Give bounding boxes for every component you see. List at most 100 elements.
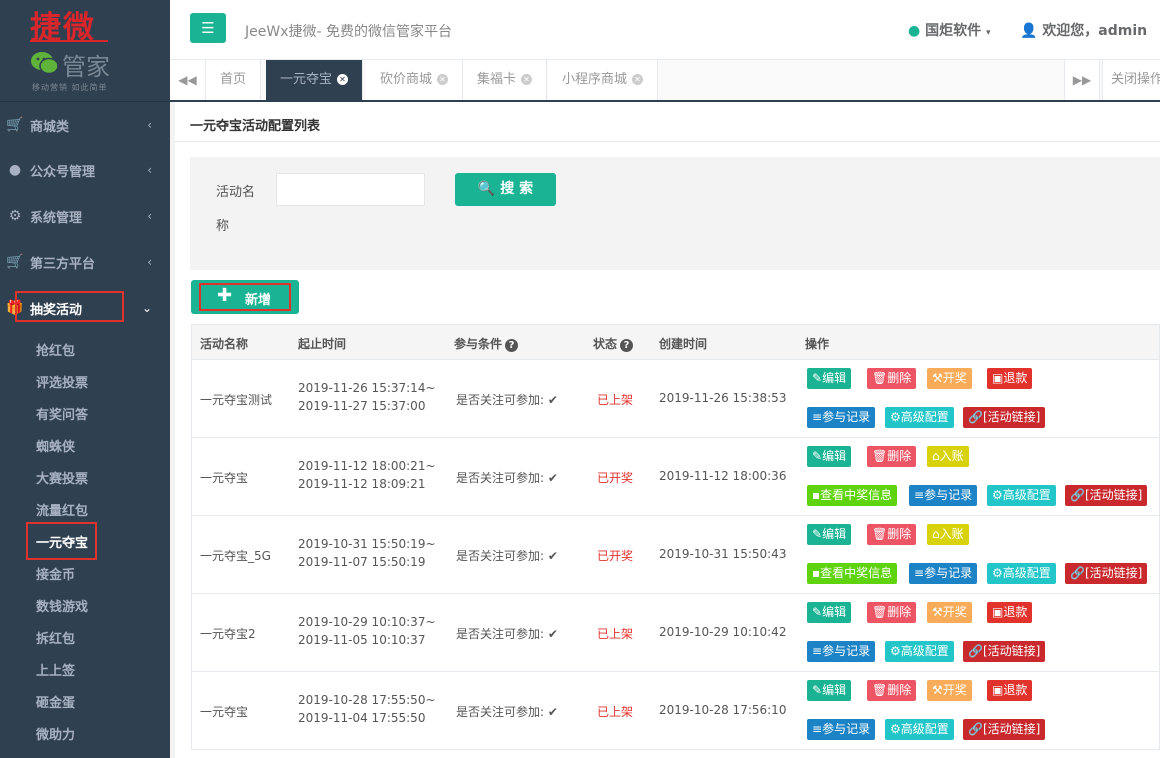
action-icon: 🔗 — [1070, 488, 1085, 502]
action-button[interactable]: ✎编辑 — [807, 446, 852, 467]
help-icon[interactable]: ? — [505, 339, 519, 352]
sidebar-subitem[interactable]: 抢红包 — [36, 340, 75, 359]
action-icon: ✎ — [812, 371, 823, 385]
action-button[interactable]: ⌂入账 — [927, 446, 969, 467]
action-icon: ⚙ — [992, 566, 1003, 580]
close-icon[interactable]: ✕ — [632, 74, 644, 85]
action-button[interactable]: ✎编辑 — [807, 524, 852, 545]
main-content: 一元夺宝活动配置列表 活动名 称 🔍 搜 索 ✚ 新增 活动名称 起止时间 参与… — [175, 102, 1160, 758]
sidebar-menu-thirdparty[interactable]: 🛒 第三方平台 ‹ — [0, 240, 170, 284]
double-right-icon: ▶▶ — [1072, 73, 1092, 87]
action-button[interactable]: ▪查看中奖信息 — [807, 485, 898, 506]
action-button[interactable]: 🔗[活动链接] — [963, 407, 1046, 428]
column-header: 起止时间 — [298, 337, 347, 351]
action-button[interactable]: 🔗[活动链接] — [963, 641, 1046, 662]
sidebar-menu-wechat[interactable]: ● 公众号管理 ‹ — [0, 148, 170, 192]
search-button[interactable]: 🔍 搜 索 — [455, 173, 556, 206]
sidebar-subitem[interactable]: 有奖问答 — [36, 404, 88, 423]
sidebar-subitem[interactable]: 微助力 — [36, 724, 75, 743]
action-button[interactable]: ✎编辑 — [807, 368, 852, 389]
action-icon: ≡ — [812, 410, 823, 424]
sidebar-subitem[interactable]: 拆红包 — [36, 628, 75, 647]
action-label: 退款 — [1003, 371, 1028, 385]
action-button[interactable]: 🗑删除 — [867, 602, 917, 623]
action-button[interactable]: ≡参与记录 — [807, 641, 876, 662]
sidebar-menu-mall[interactable]: 🛒 商城类 ‹ — [0, 103, 170, 147]
sidebar-subitem[interactable]: 数钱游戏 — [36, 596, 88, 615]
status-badge: 已上架 — [597, 627, 634, 641]
start-time: 2019-10-29 10:10:37~ — [298, 615, 436, 629]
action-button[interactable]: ≡参与记录 — [909, 485, 978, 506]
start-time: 2019-10-28 17:55:50~ — [298, 693, 436, 707]
action-button[interactable]: 🗑删除 — [867, 368, 917, 389]
sidebar-subitem[interactable]: 评选投票 — [36, 372, 88, 391]
action-button[interactable]: ⌂入账 — [927, 524, 969, 545]
action-button[interactable]: ✎编辑 — [807, 602, 852, 623]
action-button[interactable]: ⚒开奖 — [927, 602, 972, 623]
action-label: 参与记录 — [924, 566, 973, 580]
sidebar-subitem[interactable]: 接金币 — [36, 564, 75, 583]
action-button[interactable]: ▣退款 — [987, 680, 1033, 701]
brand-dropdown[interactable]: ● 国炬软件 ▾ — [908, 20, 991, 40]
action-button[interactable]: ▣退款 — [987, 368, 1033, 389]
cart-icon: 🛒 — [6, 117, 24, 133]
condition-label: 是否关注可参加: — [456, 705, 545, 719]
brand-label: 国炬软件 — [925, 23, 982, 39]
action-button[interactable]: ⚒开奖 — [927, 680, 972, 701]
tabs-next-button[interactable]: ▶▶ — [1064, 60, 1100, 100]
participation-condition: 是否关注可参加: ✔ — [456, 703, 558, 720]
action-button[interactable]: 🗑删除 — [867, 446, 917, 467]
tab-home[interactable]: 首页 — [206, 60, 262, 100]
action-button[interactable]: ≡参与记录 — [909, 563, 978, 584]
action-button[interactable]: ≡参与记录 — [807, 407, 876, 428]
action-label: 高级配置 — [900, 722, 949, 736]
action-button[interactable]: ✎编辑 — [807, 680, 852, 701]
sidebar-subitem[interactable]: 砸金蛋 — [36, 692, 75, 711]
logo-slogan: 移动营销 如此简单 — [32, 83, 108, 92]
sidebar-subitem[interactable]: 上上签 — [36, 660, 75, 679]
close-icon[interactable]: ✕ — [337, 74, 349, 85]
tab-bargain-mall[interactable]: 砍价商城 ✕ — [366, 60, 464, 100]
action-button[interactable]: ⚙高级配置 — [885, 719, 954, 740]
sidebar-menu-label: 商城类 — [30, 119, 70, 135]
tab-yiyuanduobao[interactable]: 一元夺宝 ✕ — [266, 60, 364, 100]
action-button[interactable]: ▣退款 — [987, 602, 1033, 623]
action-button[interactable]: 🔗[活动链接] — [1065, 563, 1148, 584]
tab-label: 砍价商城 — [380, 72, 433, 87]
action-button[interactable]: ⚙高级配置 — [987, 485, 1056, 506]
status-badge: 已上架 — [597, 705, 634, 719]
action-button[interactable]: 🗑删除 — [867, 524, 917, 545]
sidebar-subitem[interactable]: 流量红包 — [36, 500, 88, 519]
activity-name-input[interactable] — [276, 173, 425, 206]
tabs-prev-button[interactable]: ◀◀ — [170, 60, 206, 100]
action-button[interactable]: ⚙高级配置 — [885, 641, 954, 662]
close-icon[interactable]: ✕ — [521, 74, 533, 85]
tab-fuka[interactable]: 集福卡 ✕ — [463, 60, 548, 100]
created-time: 2019-11-26 15:38:53 — [659, 391, 787, 405]
action-button[interactable]: ⚙高级配置 — [987, 563, 1056, 584]
sidebar-subitem[interactable]: 蜘蛛侠 — [36, 436, 75, 455]
action-button[interactable]: ▪查看中奖信息 — [807, 563, 898, 584]
sidebar-menu-system[interactable]: ⚙ 系统管理 ‹ — [0, 194, 170, 238]
user-welcome[interactable]: 👤 欢迎您，admin — [1020, 20, 1147, 40]
close-icon[interactable]: ✕ — [437, 74, 449, 85]
participation-condition: 是否关注可参加: ✔ — [456, 469, 558, 486]
status-badge: 已开奖 — [597, 549, 634, 563]
action-label: 开奖 — [942, 605, 967, 619]
action-button[interactable]: 🗑删除 — [867, 680, 917, 701]
help-icon[interactable]: ? — [620, 339, 634, 352]
cart-icon: 🛒 — [6, 254, 24, 270]
action-button[interactable]: ⚒开奖 — [927, 368, 972, 389]
menu-toggle-button[interactable]: ☰ — [190, 13, 226, 43]
action-button[interactable]: ⚙高级配置 — [885, 407, 954, 428]
close-operations-button[interactable]: 关闭操作 — [1102, 60, 1160, 100]
sidebar-subitem[interactable]: 大赛投票 — [36, 468, 88, 487]
action-icon: ▣ — [992, 371, 1004, 385]
tab-mini-program-mall[interactable]: 小程序商城 ✕ — [548, 60, 659, 100]
action-button[interactable]: 🔗[活动链接] — [1065, 485, 1148, 506]
column-header-label: 状态 — [593, 337, 618, 351]
action-icon: ⚒ — [932, 605, 943, 619]
start-time: 2019-11-26 15:37:14~ — [298, 381, 436, 395]
action-button[interactable]: 🔗[活动链接] — [963, 719, 1046, 740]
action-button[interactable]: ≡参与记录 — [807, 719, 876, 740]
